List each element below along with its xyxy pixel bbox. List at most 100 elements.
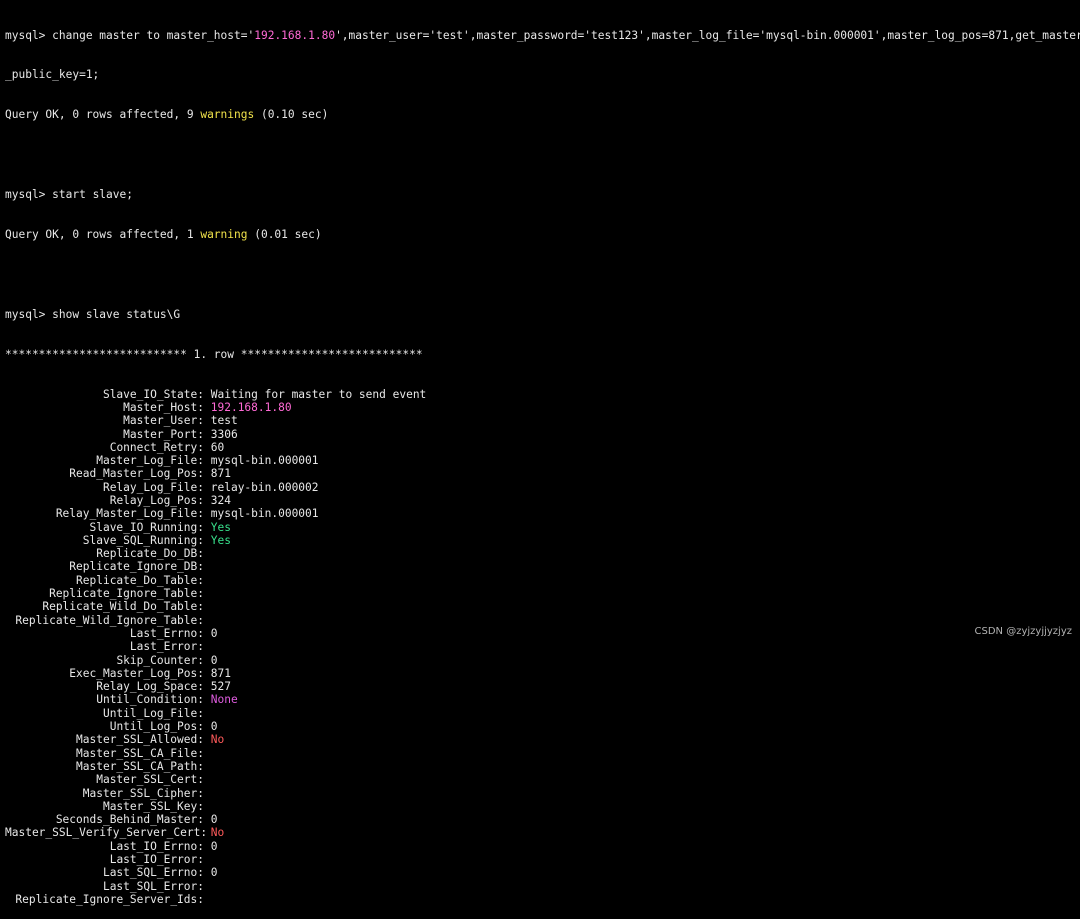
status-field-row: Replicate_Do_DB: [5, 547, 1077, 560]
field-value: 0 [210, 626, 218, 640]
field-label: Slave_IO_State: [102, 387, 204, 401]
field-label: Master_User: [123, 414, 204, 428]
result-time: (0.01 sec) [247, 228, 322, 242]
field-label: Master_Port: [123, 427, 204, 441]
status-field-row: Master_Host: 192.168.1.80 [5, 401, 1077, 414]
field-value: test [210, 414, 238, 428]
field-value: 60 [210, 440, 225, 454]
query-result: Query OK, 0 rows affected, 1 warning (0.… [5, 228, 1077, 241]
status-field-row: Replicate_Do_Table: [5, 574, 1077, 587]
command-line: mysql> change master to master_host='192… [5, 28, 1080, 42]
status-field-row: Master_SSL_Verify_Server_Cert: No [5, 826, 1077, 839]
status-field-row: Last_SQL_Errno: 0 [5, 866, 1077, 879]
field-label: Master_Log_File: [96, 454, 204, 468]
field-value: mysql-bin.000001 [210, 454, 319, 468]
status-field-row: Exec_Master_Log_Pos: 871 [5, 667, 1077, 680]
query-result: Query OK, 0 rows affected, 9 warnings (0… [5, 108, 1077, 121]
field-value: 192.168.1.80 [210, 400, 292, 414]
field-label: Master_SSL_CA_File: [76, 746, 204, 760]
status-field-row: Last_SQL_Error: [5, 880, 1077, 893]
field-value: 324 [210, 493, 231, 507]
field-value: Yes [210, 520, 231, 534]
status-field-row: Master_User: test [5, 414, 1077, 427]
status-field-row: Master_SSL_Allowed: No [5, 733, 1077, 746]
status-field-row: Last_IO_Errno: 0 [5, 840, 1077, 853]
field-value: 527 [210, 680, 231, 694]
status-field-row: Master_Port: 3306 [5, 428, 1077, 441]
field-label: Master_SSL_Verify_Server_Cert: [5, 826, 208, 840]
status-field-row: Master_SSL_CA_File: [5, 747, 1077, 760]
status-field-row: Master_SSL_CA_Path: [5, 760, 1077, 773]
field-label: Master_SSL_Key: [102, 799, 204, 813]
command-line-wrap: _public_key=1; [5, 68, 1077, 81]
status-field-row: Replicate_Ignore_DB: [5, 560, 1077, 573]
field-label: Last_IO_Error: [109, 853, 204, 866]
field-label: Last_SQL_Errno: [102, 866, 204, 880]
status-field-row: Master_SSL_Key: [5, 800, 1077, 813]
result-time: (0.10 sec) [254, 108, 329, 122]
command-text: ',master_user='test',master_password='te… [335, 28, 1080, 42]
field-label: Slave_SQL_Running: [82, 533, 204, 547]
status-field-row: Skip_Counter: 0 [5, 654, 1077, 667]
field-label: Until_Log_File: [102, 706, 204, 720]
field-label: Master_SSL_CA_Path: [76, 759, 204, 773]
field-label: Connect_Retry: [109, 440, 204, 454]
command-text: start slave; [52, 188, 133, 202]
status-field-row: Master_SSL_Cipher: [5, 787, 1077, 800]
field-value: 0 [210, 813, 218, 827]
status-field-row: Last_Errno: 0 [5, 627, 1077, 640]
command-text: change master to master_host=' [52, 28, 255, 42]
command-line: mysql> start slave; [5, 188, 1077, 201]
field-value: 871 [210, 467, 231, 481]
field-value: mysql-bin.000001 [210, 507, 319, 521]
status-field-row: Slave_IO_State: Waiting for master to se… [5, 388, 1077, 401]
field-value: relay-bin.000002 [210, 480, 319, 494]
field-label: Relay_Log_Pos: [109, 493, 204, 507]
field-label: Relay_Master_Log_File: [55, 507, 204, 521]
field-value: 0 [210, 866, 218, 880]
status-field-row: Slave_IO_Running: Yes [5, 521, 1077, 534]
field-label: Exec_Master_Log_Pos: [69, 666, 204, 680]
field-value: Waiting for master to send event [210, 387, 427, 401]
command-text: _public_key=1; [5, 68, 100, 82]
field-label: Replicate_Wild_Ignore_Table: [15, 613, 204, 627]
status-field-row: Seconds_Behind_Master: 0 [5, 813, 1077, 826]
field-value: 871 [210, 666, 231, 680]
status-fields: Slave_IO_State: Waiting for master to se… [5, 388, 1077, 907]
field-label: Skip_Counter: [116, 653, 204, 667]
status-field-row: Read_Master_Log_Pos: 871 [5, 467, 1077, 480]
field-label: Slave_IO_Running: [89, 520, 204, 534]
field-label: Relay_Log_File: [102, 480, 204, 494]
status-field-row: Relay_Log_Pos: 324 [5, 494, 1077, 507]
warning-keyword: warning [200, 228, 248, 242]
status-field-row: Relay_Log_File: relay-bin.000002 [5, 481, 1077, 494]
field-label: Replicate_Wild_Do_Table: [42, 600, 204, 614]
field-label: Replicate_Do_DB: [96, 547, 204, 561]
warnings-keyword: warnings [200, 108, 255, 122]
result-text: Query OK, 0 rows affected, 9 [5, 108, 201, 122]
status-field-row: Master_SSL_Cert: [5, 773, 1077, 786]
status-field-row: Master_Log_File: mysql-bin.000001 [5, 454, 1077, 467]
field-label: Until_Condition: [96, 693, 204, 707]
field-value: None [210, 693, 238, 707]
field-value: Yes [210, 533, 231, 547]
field-label: Master_SSL_Cert: [96, 773, 204, 787]
status-field-row: Replicate_Wild_Ignore_Table: [5, 614, 1077, 627]
command-text: show slave status\G [52, 307, 181, 321]
status-field-row: Until_Log_Pos: 0 [5, 720, 1077, 733]
field-label: Last_SQL_Error: [102, 879, 204, 893]
status-field-row: Replicate_Ignore_Table: [5, 587, 1077, 600]
field-label: Replicate_Ignore_DB: [69, 560, 204, 574]
status-field-row: Connect_Retry: 60 [5, 441, 1077, 454]
terminal-output[interactable]: mysql> change master to master_host='192… [5, 2, 1080, 919]
status-field-row: Until_Log_File: [5, 707, 1077, 720]
status-field-row: Slave_SQL_Running: Yes [5, 534, 1077, 547]
field-label: Master_SSL_Allowed: [76, 733, 204, 747]
field-label: Master_Host: [123, 400, 204, 414]
status-field-row: Last_IO_Error: [5, 853, 1077, 866]
field-label: Replicate_Ignore_Server_Ids: [15, 892, 204, 906]
field-label: Seconds_Behind_Master: [55, 813, 204, 827]
status-field-row: Replicate_Ignore_Server_Ids: [5, 893, 1077, 906]
